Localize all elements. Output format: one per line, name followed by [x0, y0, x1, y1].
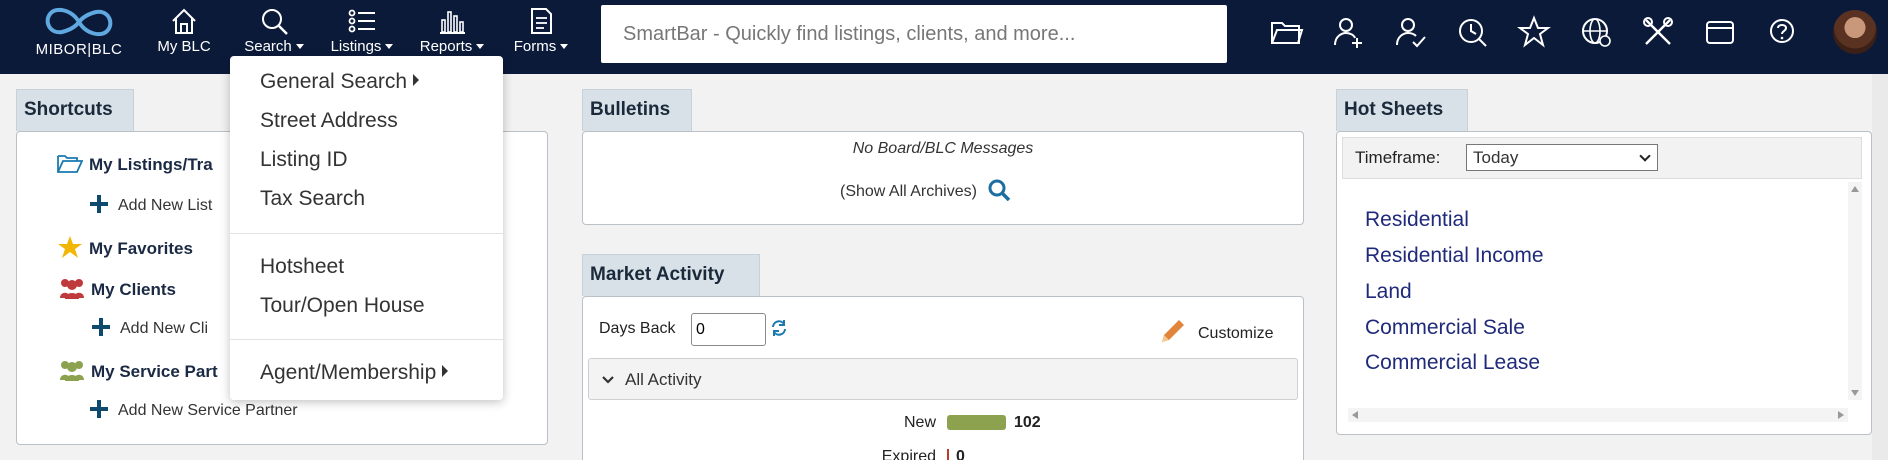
refresh-icon[interactable] [770, 319, 788, 337]
nav-my-blc[interactable]: My BLC [150, 0, 218, 74]
scroll-down-arrow-icon[interactable] [1851, 390, 1859, 396]
expired-activity-bar [947, 449, 949, 460]
chevron-down-icon [602, 376, 614, 384]
add-contact-icon[interactable] [1330, 14, 1366, 50]
expired-activity-count: 0 [956, 448, 965, 460]
nav-forms-label: Forms [504, 38, 578, 55]
infinity-logo-icon [45, 7, 113, 37]
pencil-icon [1162, 320, 1184, 342]
search-icon [262, 9, 288, 35]
shortcut-add-new-client[interactable]: Add New Cli [92, 318, 208, 338]
user-avatar[interactable] [1833, 10, 1877, 54]
no-messages-text: No Board/BLC Messages [852, 140, 1034, 157]
all-activity-label: All Activity [625, 370, 702, 389]
new-activity-label: New [903, 414, 936, 431]
caret-down-icon [295, 44, 304, 49]
days-back-input[interactable] [691, 313, 766, 346]
list-icon [348, 9, 375, 33]
menu-item-tax-search[interactable]: Tax Search [260, 187, 365, 211]
shortcut-add-new-listing[interactable]: Add New List [90, 195, 212, 215]
new-activity-count: 102 [1014, 414, 1041, 431]
shortcut-my-service-partners[interactable]: My Service Part [57, 358, 218, 382]
history-icon[interactable] [1454, 14, 1490, 50]
days-back-label: Days Back [599, 320, 676, 337]
star-icon[interactable] [1516, 14, 1552, 50]
search-dropdown-menu: General Search Street Address Listing ID… [230, 56, 503, 400]
nav-reports-label: Reports [410, 38, 494, 55]
nav-search-label: Search [236, 38, 312, 55]
folder-icon[interactable] [1268, 14, 1304, 50]
menu-divider [230, 233, 503, 234]
wallet-icon[interactable] [1702, 14, 1738, 50]
timeframe-select[interactable]: Today [1466, 144, 1658, 171]
hotsheet-link-commercial-lease[interactable]: Commercial Lease [1365, 351, 1540, 375]
caret-down-icon [385, 44, 394, 49]
users-icon [60, 279, 84, 299]
plus-icon [92, 318, 110, 336]
caret-down-icon [560, 44, 569, 49]
vertical-scrollbar[interactable] [1848, 182, 1862, 400]
help-icon[interactable] [1764, 14, 1800, 50]
star-icon [58, 236, 82, 258]
scroll-left-arrow-icon[interactable] [1352, 411, 1358, 419]
contact-check-icon[interactable] [1392, 14, 1428, 50]
show-archives-link[interactable]: (Show All Archives) [840, 178, 1011, 202]
all-activity-accordion[interactable]: All Activity [588, 358, 1298, 400]
timeframe-label: Timeframe: [1355, 148, 1441, 167]
tools-icon[interactable] [1640, 14, 1676, 50]
hotsheet-link-commercial-sale[interactable]: Commercial Sale [1365, 316, 1525, 340]
globe-icon[interactable] [1578, 14, 1614, 50]
home-icon [172, 8, 196, 34]
submenu-arrow-icon [413, 74, 420, 86]
new-activity-bar [947, 415, 1006, 430]
menu-divider [230, 339, 503, 340]
page-scrollbar[interactable] [1872, 74, 1888, 460]
nav-forms[interactable]: Forms [504, 0, 578, 74]
scroll-up-arrow-icon[interactable] [1851, 186, 1859, 192]
shortcut-my-favorites[interactable]: My Favorites [57, 235, 193, 259]
customize-button[interactable]: Customize [1158, 316, 1274, 346]
hotsheet-link-residential-income[interactable]: Residential Income [1365, 244, 1544, 268]
scroll-right-arrow-icon[interactable] [1838, 411, 1844, 419]
plus-icon [90, 195, 108, 213]
shortcut-my-clients[interactable]: My Clients [57, 276, 176, 300]
submenu-arrow-icon [442, 365, 449, 377]
shortcut-add-new-service-partner[interactable]: Add New Service Partner [90, 400, 298, 420]
horizontal-scrollbar[interactable] [1348, 408, 1848, 422]
bar-chart-icon [440, 11, 465, 34]
logo-text: MIBOR|BLC [35, 41, 123, 58]
users-icon [60, 361, 84, 381]
hot-sheets-tab: Hot Sheets [1336, 89, 1468, 131]
bulletins-tab: Bulletins [582, 89, 692, 131]
mibor-blc-logo[interactable]: MIBOR|BLC [16, 0, 142, 74]
document-icon [531, 8, 552, 34]
expired-activity-label: Expired [881, 448, 936, 460]
shortcut-my-listings[interactable]: My Listings/Tra [57, 153, 213, 175]
plus-icon [90, 400, 108, 418]
menu-item-street-address[interactable]: Street Address [260, 109, 398, 133]
hotsheet-link-residential[interactable]: Residential [1365, 208, 1469, 232]
menu-item-tour-open-house[interactable]: Tour/Open House [260, 294, 425, 318]
smartbar-search-input[interactable] [601, 5, 1227, 63]
chevron-down-icon [1639, 150, 1651, 162]
market-activity-tab: Market Activity [582, 254, 760, 296]
menu-item-general-search[interactable]: General Search [260, 70, 420, 94]
hotsheet-link-land[interactable]: Land [1365, 280, 1412, 304]
menu-item-listing-id[interactable]: Listing ID [260, 148, 348, 172]
menu-item-agent-membership[interactable]: Agent/Membership [260, 361, 449, 385]
nav-my-blc-label: My BLC [157, 38, 211, 55]
shortcuts-tab: Shortcuts [16, 89, 134, 131]
caret-down-icon [476, 44, 485, 49]
menu-item-hotsheet[interactable]: Hotsheet [260, 255, 344, 279]
nav-listings-label: Listings [322, 38, 402, 55]
open-folder-icon [57, 155, 84, 173]
search-icon [988, 179, 1011, 202]
